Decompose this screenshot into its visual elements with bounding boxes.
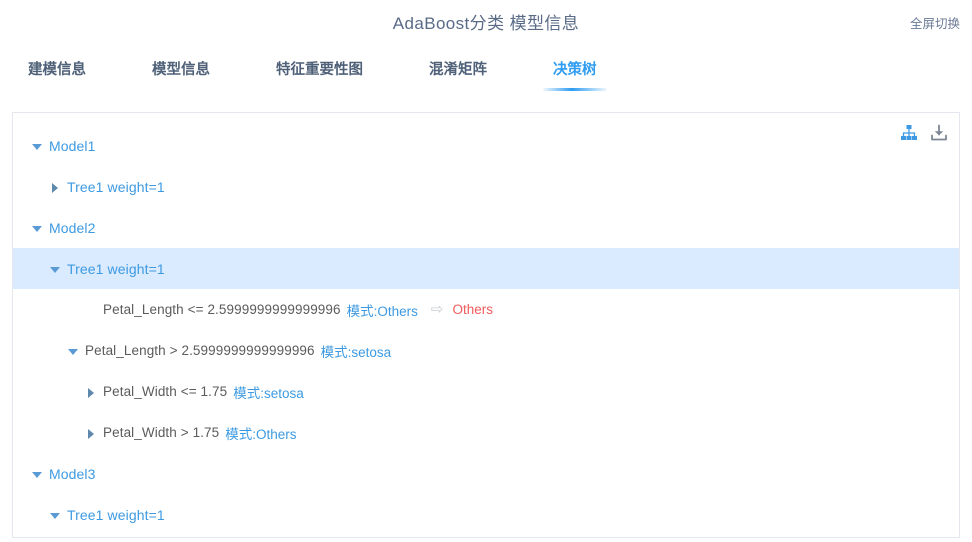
tree-node-condition: Petal_Length <= 2.5999999999999996: [103, 302, 341, 317]
tree-node-mode: 模式:Others: [225, 426, 297, 442]
tab-bar: 建模信息 模型信息 特征重要性图 混淆矩阵 决策树: [0, 54, 972, 98]
tree-node-row[interactable]: Tree1 weight=1: [13, 494, 959, 535]
tree-node-label: Model3: [49, 465, 96, 482]
decision-tree-panel: Model1 Tree1 weight=1 Model2 Tree1 weight=1…: [12, 112, 960, 538]
tree-node-row[interactable]: Tree1 weight=1: [13, 166, 959, 207]
tab-label: 混淆矩阵: [429, 62, 487, 78]
chevron-down-icon[interactable]: [65, 343, 81, 359]
no-toggle-spacer: [83, 302, 99, 318]
tree-node-row[interactable]: Petal_Width > 1.75 模式:Others: [13, 412, 959, 453]
chevron-right-icon[interactable]: [47, 179, 63, 195]
tab-1[interactable]: 模型信息: [150, 54, 212, 91]
chevron-right-icon[interactable]: [83, 384, 99, 400]
page-title: AdaBoost分类 模型信息: [392, 14, 580, 33]
tree-node-mode: 模式:setosa: [320, 344, 392, 360]
tree-node-label: Model1: [49, 137, 96, 154]
chevron-down-icon[interactable]: [29, 466, 45, 482]
tree-graph-icon[interactable]: [899, 123, 919, 143]
tab-0[interactable]: 建模信息: [26, 54, 88, 91]
tab-4[interactable]: 决策树: [543, 54, 606, 91]
tree-node-mode: 模式:setosa: [233, 385, 304, 401]
chevron-down-icon[interactable]: [47, 261, 63, 277]
tab-label: 决策树: [553, 62, 597, 78]
leaf-arrow-icon: ⇨: [430, 301, 444, 318]
tab-label: 模型信息: [152, 62, 210, 78]
download-icon[interactable]: [929, 123, 949, 143]
chevron-right-icon[interactable]: [83, 425, 99, 441]
tree-node-row[interactable]: Petal_Length > 2.5999999999999996 模式:seto…: [13, 330, 959, 371]
tab-3[interactable]: 混淆矩阵: [427, 54, 489, 91]
chevron-down-icon[interactable]: [29, 220, 45, 236]
tab-2[interactable]: 特征重要性图: [274, 54, 365, 91]
tree-node-condition: Petal_Width <= 1.75: [103, 384, 228, 399]
tree-node-condition: Petal_Length > 2.5999999999999996: [85, 343, 315, 358]
tree-node-row[interactable]: Model1: [13, 125, 959, 166]
tab-label: 特征重要性图: [276, 62, 363, 78]
tree-node-row[interactable]: Model2: [13, 207, 959, 248]
decision-tree: Model1 Tree1 weight=1 Model2 Tree1 weight=1…: [13, 113, 959, 535]
leaf-prediction-value: Others: [452, 302, 493, 317]
chevron-down-icon[interactable]: [47, 507, 63, 523]
tree-node-row[interactable]: Model3: [13, 453, 959, 494]
tree-node-label: Model2: [49, 219, 96, 236]
tree-node-row[interactable]: Tree1 weight=1: [13, 248, 959, 289]
tree-node-label: Tree1 weight=1: [67, 178, 165, 195]
tree-node-condition: Petal_Width > 1.75: [103, 425, 220, 440]
tree-node-row[interactable]: Petal_Length <= 2.5999999999999996 模式:Oth…: [13, 289, 959, 330]
chevron-down-icon[interactable]: [29, 138, 45, 154]
tree-node-label: Tree1 weight=1: [67, 506, 165, 523]
tree-node-row[interactable]: Petal_Width <= 1.75 模式:setosa: [13, 371, 959, 412]
fullscreen-toggle-button[interactable]: 全屏切换: [910, 13, 960, 32]
panel-actions: [899, 123, 949, 143]
tab-label: 建模信息: [28, 62, 86, 78]
tree-node-mode: 模式:Others: [346, 303, 418, 319]
tree-node-label: Tree1 weight=1: [67, 260, 165, 277]
page-header: AdaBoost分类 模型信息 全屏切换: [0, 0, 972, 40]
